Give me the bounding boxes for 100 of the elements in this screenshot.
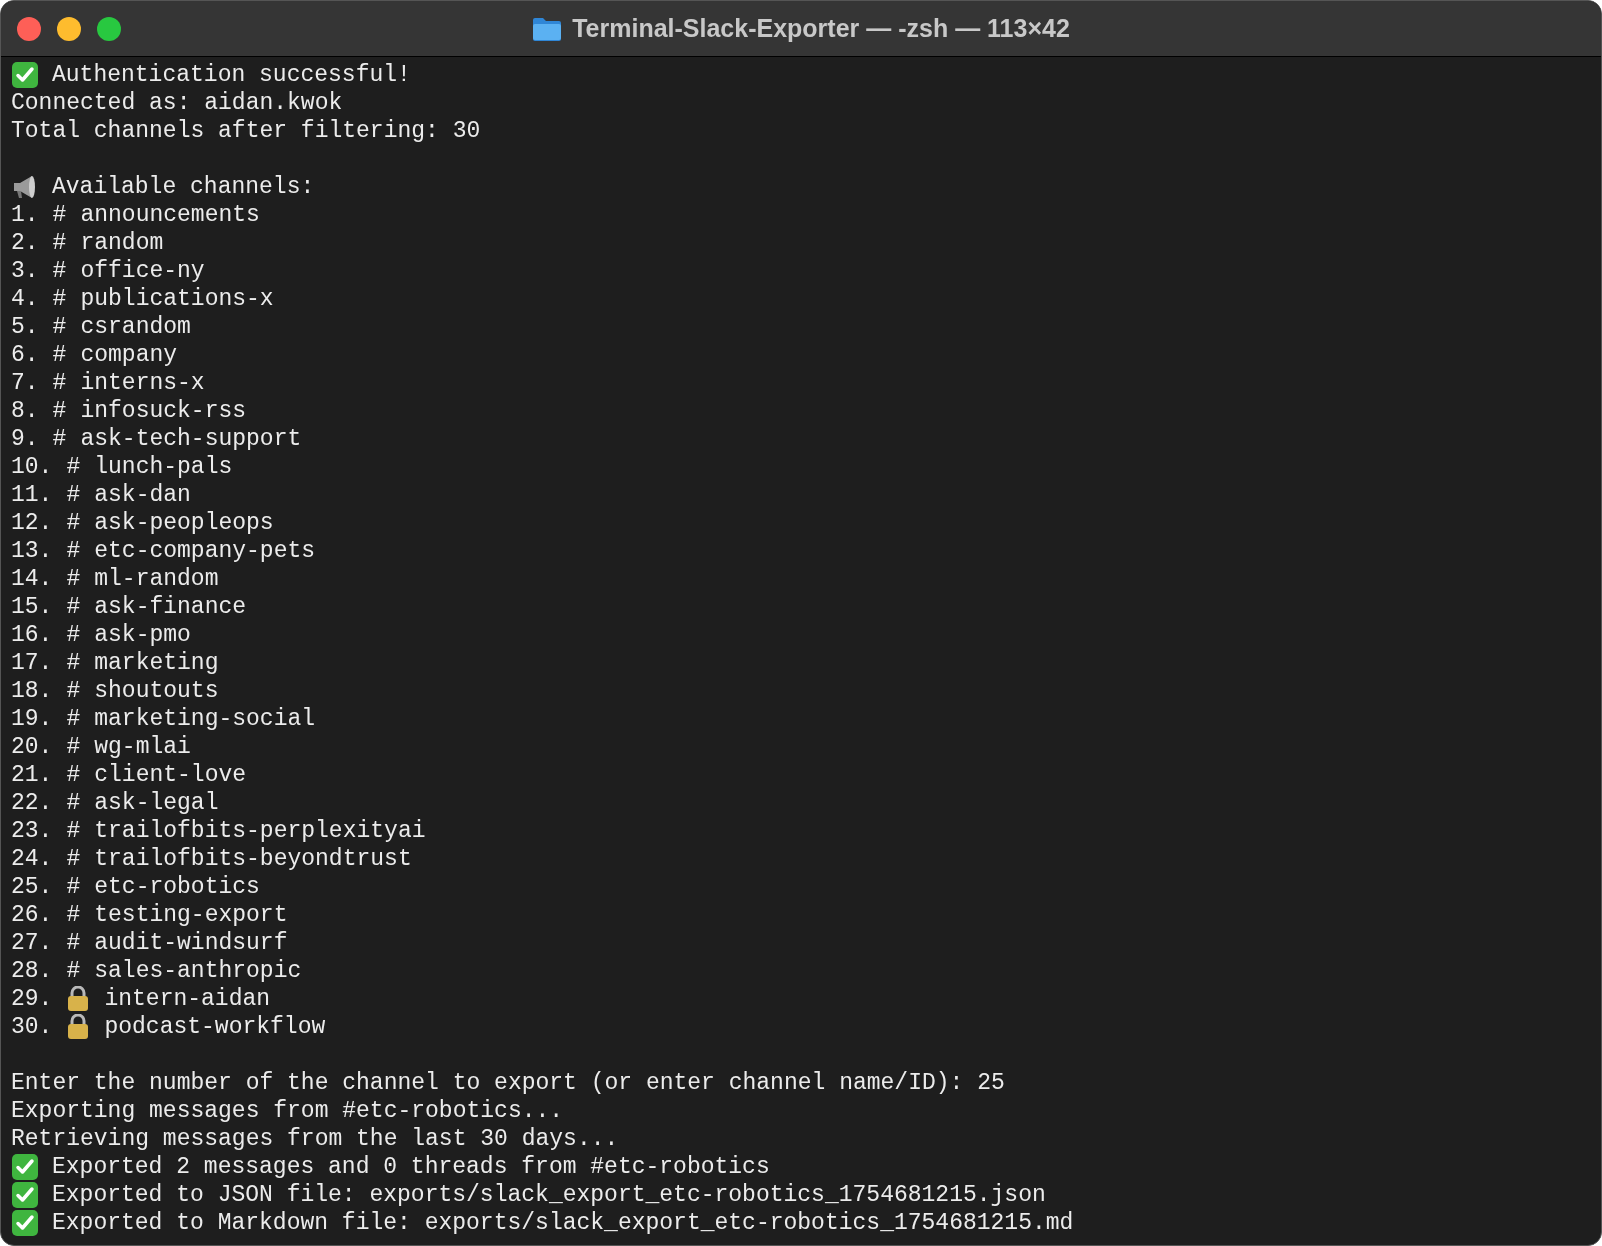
channel-number: 25. <box>11 873 53 901</box>
hash-symbol: # <box>66 789 81 817</box>
channel-name: infosuck-rss <box>80 397 247 425</box>
channel-number: 22. <box>11 789 53 817</box>
channel-number: 29. <box>11 985 53 1013</box>
hash-symbol: # <box>52 229 67 257</box>
channel-name: intern-aidan <box>104 985 271 1013</box>
success-line: Exported to Markdown file: exports/slack_export_etc-robotics_1754681215.md <box>52 1209 1074 1237</box>
hash-symbol: # <box>52 285 67 313</box>
hash-symbol: # <box>52 369 67 397</box>
channel-name: announcements <box>80 201 260 229</box>
channel-number: 12. <box>11 509 53 537</box>
hash-symbol: # <box>66 733 81 761</box>
channel-number: 14. <box>11 565 53 593</box>
channel-name: marketing <box>94 649 219 677</box>
hash-symbol: # <box>66 677 81 705</box>
channel-number: 28. <box>11 957 53 985</box>
lock-icon <box>66 986 91 1012</box>
hash-symbol: # <box>66 565 81 593</box>
channel-name: ml-random <box>94 565 219 593</box>
channel-number: 15. <box>11 593 53 621</box>
channel-number: 23. <box>11 817 53 845</box>
channel-name: etc-company-pets <box>94 537 316 565</box>
channel-name: publications-x <box>80 285 274 313</box>
channel-name: trailofbits-beyondtrust <box>94 845 412 873</box>
hash-symbol: # <box>66 453 81 481</box>
channel-number: 7. <box>11 369 39 397</box>
hash-symbol: # <box>52 397 67 425</box>
channel-name: trailofbits-perplexityai <box>94 817 426 845</box>
close-button[interactable] <box>17 17 41 41</box>
hash-symbol: # <box>66 929 81 957</box>
hash-symbol: # <box>66 705 81 733</box>
channel-number: 11. <box>11 481 53 509</box>
channel-name: sales-anthropic <box>94 957 302 985</box>
hash-symbol: # <box>52 341 67 369</box>
hash-symbol: # <box>52 257 67 285</box>
channel-number: 3. <box>11 257 39 285</box>
channel-name: shoutouts <box>94 677 219 705</box>
hash-symbol: # <box>52 425 67 453</box>
channel-number: 5. <box>11 313 39 341</box>
check-icon <box>11 61 39 89</box>
channel-number: 16. <box>11 621 53 649</box>
output-line: Retrieving messages from the last 30 days... <box>11 1125 619 1153</box>
minimize-button[interactable] <box>57 17 81 41</box>
channel-name: ask-legal <box>94 789 219 817</box>
channel-number: 17. <box>11 649 53 677</box>
channel-number: 26. <box>11 901 53 929</box>
hash-symbol: # <box>66 537 81 565</box>
check-icon <box>11 1181 39 1209</box>
channel-name: csrandom <box>80 313 191 341</box>
channel-name: ask-pmo <box>94 621 191 649</box>
channel-number: 27. <box>11 929 53 957</box>
channel-name: wg-mlai <box>94 733 191 761</box>
hash-symbol: # <box>66 509 81 537</box>
section-heading: Available channels: <box>52 173 315 201</box>
channel-name: client-love <box>94 761 247 789</box>
channel-name: ask-finance <box>94 593 247 621</box>
channel-number: 18. <box>11 677 53 705</box>
zoom-button[interactable] <box>97 17 121 41</box>
success-line: Authentication successful! <box>52 61 411 89</box>
channel-name: testing-export <box>94 901 288 929</box>
output-line: Connected as: aidan.kwok <box>11 89 343 117</box>
hash-symbol: # <box>66 481 81 509</box>
channel-number: 10. <box>11 453 53 481</box>
channel-number: 30. <box>11 1013 53 1041</box>
channel-number: 24. <box>11 845 53 873</box>
hash-symbol: # <box>66 873 81 901</box>
hash-symbol: # <box>66 817 81 845</box>
check-icon <box>11 1153 39 1181</box>
success-line: Exported 2 messages and 0 threads from #etc-robotics <box>52 1153 770 1181</box>
channel-name: podcast-workflow <box>104 1013 326 1041</box>
channel-number: 4. <box>11 285 39 313</box>
channel-name: audit-windsurf <box>94 929 288 957</box>
channel-number: 6. <box>11 341 39 369</box>
success-line: Exported to JSON file: exports/slack_export_etc-robotics_1754681215.json <box>52 1181 1046 1209</box>
channel-name: lunch-pals <box>94 453 233 481</box>
channel-name: office-ny <box>80 257 205 285</box>
window-title: Terminal-Slack-Exporter — -zsh — 113×42 <box>572 12 1070 44</box>
channel-number: 2. <box>11 229 39 257</box>
channel-number: 9. <box>11 425 39 453</box>
hash-symbol: # <box>66 649 81 677</box>
hash-symbol: # <box>66 845 81 873</box>
channel-name: company <box>80 341 178 369</box>
hash-symbol: # <box>66 621 81 649</box>
hash-symbol: # <box>66 901 81 929</box>
channel-number: 21. <box>11 761 53 789</box>
channel-number: 13. <box>11 537 53 565</box>
output-line: Total channels after filtering: 30 <box>11 117 481 145</box>
channel-name: ask-tech-support <box>80 425 302 453</box>
channel-name: ask-dan <box>94 481 191 509</box>
lock-icon <box>66 1014 91 1040</box>
channel-number: 1. <box>11 201 39 229</box>
output-line: Enter the number of the channel to export (or enter channel name/ID): 25 <box>11 1069 1005 1097</box>
channel-number: 8. <box>11 397 39 425</box>
hash-symbol: # <box>66 593 81 621</box>
hash-symbol: # <box>66 957 81 985</box>
hash-symbol: # <box>52 313 67 341</box>
channel-name: random <box>80 229 164 257</box>
hash-symbol: # <box>52 201 67 229</box>
channel-number: 20. <box>11 733 53 761</box>
